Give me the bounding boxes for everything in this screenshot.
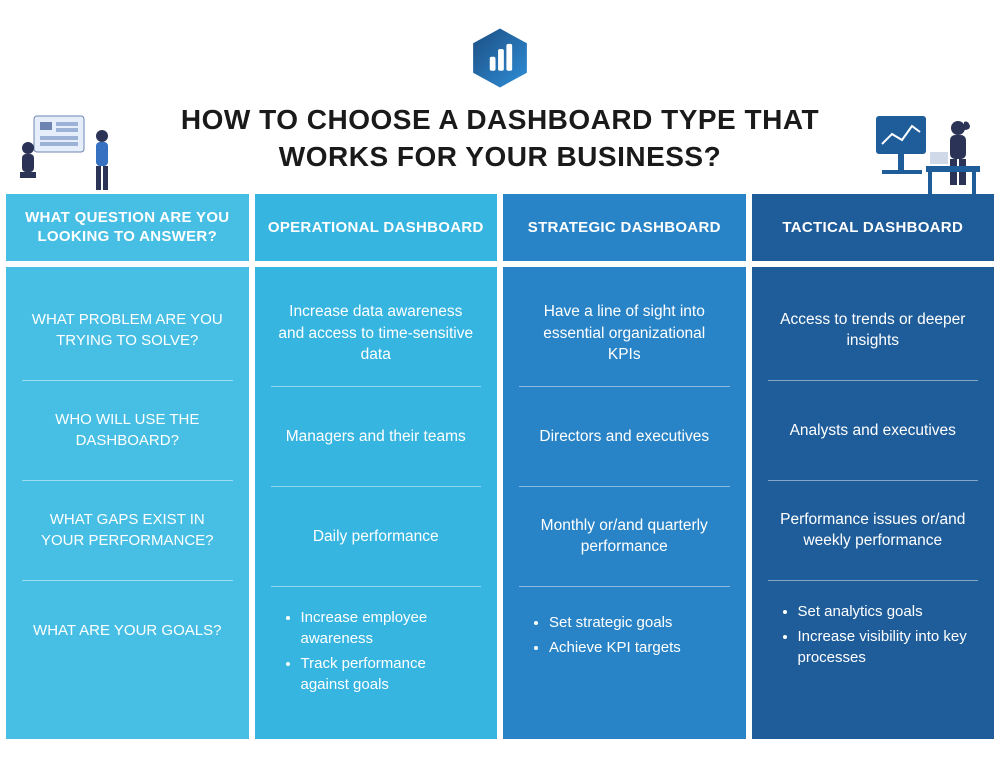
strategic-row-2: Directors and executives bbox=[519, 387, 730, 487]
comparison-grid: WHAT QUESTION ARE YOU LOOKING TO ANSWER?… bbox=[6, 194, 994, 739]
operational-row-4: Increase employee awareness Track perfor… bbox=[271, 587, 482, 719]
column-body-tactical: Access to trends or deeper insights Anal… bbox=[752, 267, 995, 739]
strategic-goal-1: Set strategic goals bbox=[549, 612, 724, 633]
strategic-goal-2: Achieve KPI targets bbox=[549, 637, 724, 658]
tactical-goal-2: Increase visibility into key processes bbox=[798, 626, 973, 668]
column-header-operational: OPERATIONAL DASHBOARD bbox=[255, 194, 498, 261]
question-row-4: WHAT ARE YOUR GOALS? bbox=[22, 581, 233, 681]
strategic-row-4: Set strategic goals Achieve KPI targets bbox=[519, 587, 730, 687]
tactical-goal-1: Set analytics goals bbox=[798, 601, 973, 622]
illustration-left bbox=[12, 108, 132, 196]
tactical-row-2: Analysts and executives bbox=[768, 381, 979, 481]
question-row-1: WHAT PROBLEM ARE YOU TRYING TO SOLVE? bbox=[22, 281, 233, 381]
question-row-3: WHAT GAPS EXIST IN YOUR PERFORMANCE? bbox=[22, 481, 233, 581]
tactical-row-3: Performance issues or/and weekly perform… bbox=[768, 481, 979, 581]
tactical-row-4: Set analytics goals Increase visibility … bbox=[768, 581, 979, 692]
column-body-strategic: Have a line of sight into essential orga… bbox=[503, 267, 746, 739]
operational-goal-2: Track performance against goals bbox=[301, 653, 476, 695]
question-row-2: WHO WILL USE THE DASHBOARD? bbox=[22, 381, 233, 481]
operational-row-2: Managers and their teams bbox=[271, 387, 482, 487]
page-title: HOW TO CHOOSE A DASHBOARD TYPE THAT WORK… bbox=[0, 102, 1000, 176]
tactical-row-1: Access to trends or deeper insights bbox=[768, 281, 979, 381]
strategic-row-1: Have a line of sight into essential orga… bbox=[519, 281, 730, 387]
column-body-question: WHAT PROBLEM ARE YOU TRYING TO SOLVE? WH… bbox=[6, 267, 249, 739]
logo-container bbox=[0, 0, 1000, 102]
operational-row-1: Increase data awareness and access to ti… bbox=[271, 281, 482, 387]
column-header-strategic: STRATEGIC DASHBOARD bbox=[503, 194, 746, 261]
column-header-tactical: TACTICAL DASHBOARD bbox=[752, 194, 995, 261]
column-body-operational: Increase data awareness and access to ti… bbox=[255, 267, 498, 739]
illustration-right bbox=[868, 108, 988, 196]
logo-icon bbox=[468, 26, 532, 90]
column-header-question: WHAT QUESTION ARE YOU LOOKING TO ANSWER? bbox=[6, 194, 249, 261]
strategic-row-3: Monthly or/and quarterly performance bbox=[519, 487, 730, 587]
operational-goal-1: Increase employee awareness bbox=[301, 607, 476, 649]
operational-row-3: Daily performance bbox=[271, 487, 482, 587]
